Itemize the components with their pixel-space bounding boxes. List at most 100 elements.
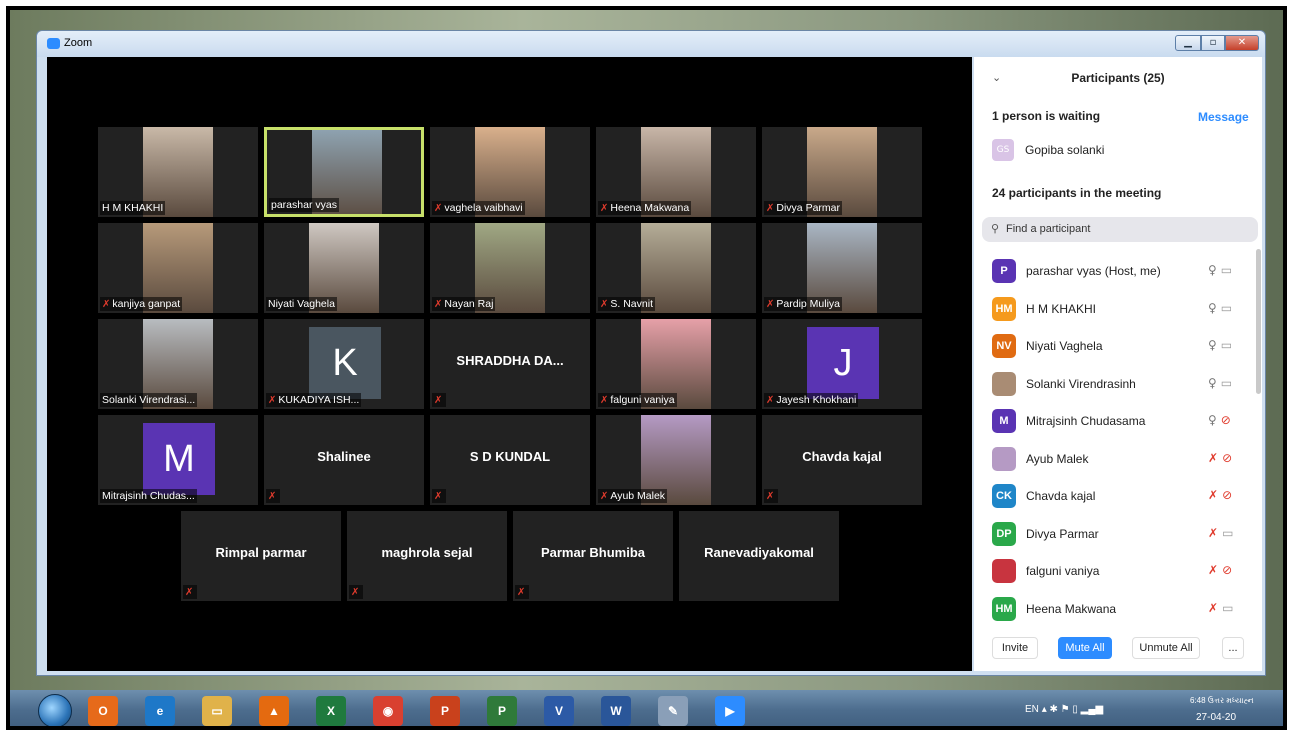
project-icon[interactable]: P (487, 696, 517, 726)
video-icon: ▭ (1222, 525, 1234, 540)
video-icon: ▭ (1220, 375, 1233, 390)
video-tile[interactable]: ✗ Divya Parmar (762, 127, 922, 217)
video-tile[interactable]: ✗ S. Navnit (596, 223, 756, 313)
video-tile[interactable]: K ✗ KUKADIYA ISH... (264, 319, 424, 409)
excel-icon[interactable]: X (316, 696, 346, 726)
unmute-all-button[interactable]: Unmute All (1132, 637, 1200, 659)
muted-mic-icon: ✗ (600, 299, 609, 310)
participant-row[interactable]: HM Heena Makwana ✗ ▭ (974, 591, 1254, 627)
participant-row[interactable]: Ayub Malek ✗ ⊘ (974, 441, 1254, 477)
name-label: Mitrajsinh Chudas... (100, 489, 197, 503)
participant-name: kanjiya ganpat (112, 298, 181, 310)
mic-muted-icon: ✗ (1208, 450, 1219, 465)
clock-date[interactable]: 27-04-20 (1196, 712, 1236, 723)
video-tile[interactable]: J ✗ Jayesh Khokhani (762, 319, 922, 409)
muted-mic-icon: ✗ (102, 299, 111, 310)
video-tile[interactable]: Shalinee ✗ (264, 415, 424, 505)
participant-row[interactable]: Solanki Virendrasinh ♀ ▭ (974, 366, 1254, 402)
muted-mic-icon: ✗ (185, 587, 194, 598)
waiting-room-text: 1 person is waiting (992, 109, 1101, 123)
avatar: CK (992, 484, 1016, 508)
participant-name: Niyati Vaghela (268, 298, 335, 310)
participant-row[interactable]: NV Niyati Vaghela ♀ ▭ (974, 328, 1254, 364)
mic-muted-icon: ✗ (1208, 488, 1219, 502)
close-button[interactable]: ✕ (1225, 35, 1259, 51)
participant-display-name: Chavda kajal (802, 449, 882, 464)
visio-icon[interactable]: V (544, 696, 574, 726)
scrollbar[interactable] (1256, 249, 1261, 394)
participant-name: Jayesh Khokhani (776, 394, 857, 406)
video-tile[interactable]: SHRADDHA DA... ✗ (430, 319, 590, 409)
muted-mic-icon: ✗ (766, 491, 775, 502)
paint-icon[interactable]: ✎ (658, 696, 688, 726)
internet-explorer-icon[interactable]: e (145, 696, 175, 726)
participant-display-name: maghrola sejal (381, 545, 473, 560)
maximize-button[interactable]: ▫ (1201, 35, 1225, 51)
more-button[interactable]: ... (1222, 637, 1244, 659)
participant-row[interactable]: HM H M KHAKHI ♀ ▭ (974, 291, 1254, 327)
participant-row[interactable]: DP Divya Parmar ✗ ▭ (974, 516, 1254, 552)
chrome-icon[interactable]: ◉ (373, 696, 403, 726)
video-tile[interactable]: ✗ vaghela vaibhavi (430, 127, 590, 217)
invite-button[interactable]: Invite (992, 637, 1038, 659)
word-icon[interactable]: W (601, 696, 631, 726)
video-tile[interactable]: S D KUNDAL ✗ (430, 415, 590, 505)
video-tile[interactable]: Niyati Vaghela (264, 223, 424, 313)
muted-mic-icon: ✗ (434, 491, 443, 502)
video-tile[interactable]: ✗ Pardip Muliya (762, 223, 922, 313)
muted-mic-icon: ✗ (517, 587, 526, 598)
participant-status-icons: ✗ ⊘ (1208, 563, 1232, 577)
avatar: HM (992, 596, 1016, 621)
participant-row[interactable]: CK Chavda kajal ✗ ⊘ (974, 478, 1254, 514)
mic-icon: ♀ (1208, 263, 1217, 277)
search-input[interactable]: Find a participant (1006, 223, 1090, 235)
video-tile[interactable]: maghrola sejal ✗ (347, 511, 507, 601)
video-tile[interactable]: Solanki Virendrasi... (98, 319, 258, 409)
outlook-icon[interactable]: O (88, 696, 118, 726)
participant-status-icons: ✗ ⊘ (1208, 488, 1232, 502)
video-tile[interactable]: ✗ kanjiya ganpat (98, 223, 258, 313)
name-label: ✗ (515, 585, 530, 599)
participant-row[interactable]: falguni vaniya ✗ ⊘ (974, 553, 1254, 589)
video-tile[interactable]: ✗ falguni vaniya (596, 319, 756, 409)
video-tile[interactable]: ✗ Nayan Raj (430, 223, 590, 313)
message-button[interactable]: Message (1198, 110, 1249, 124)
video-tile[interactable]: ✗ Ayub Malek (596, 415, 756, 505)
name-label: ✗ (764, 489, 779, 503)
zoom-icon[interactable]: ▶ (715, 696, 745, 726)
zoom-app-icon (47, 38, 60, 49)
mute-all-button[interactable]: Mute All (1058, 637, 1112, 659)
taskbar: Oe ▭ ▲ X ◉ P P V W ✎ ▶ EN ▴ ✱ ⚑ ▯ ▂▄▆ 6:48 ઉત્તર મ… (10, 690, 1283, 726)
video-tile[interactable]: H M KHAKHI (98, 127, 258, 217)
avatar: P (992, 259, 1016, 283)
powerpoint-icon[interactable]: P (430, 696, 460, 726)
title-bar: Zoom ▁ ▫ ✕ (37, 31, 1265, 57)
video-tile[interactable]: Parmar Bhumiba ✗ (513, 511, 673, 601)
tray-icons[interactable]: ▴ ✱ ⚑ ▯ ▂▄▆ (1042, 704, 1103, 715)
participant-name: parashar vyas (271, 199, 337, 211)
file-explorer-icon[interactable]: ▭ (202, 696, 232, 726)
mic-muted-icon: ✗ (1208, 600, 1219, 615)
minimize-button[interactable]: ▁ (1175, 35, 1201, 51)
participant-search[interactable]: ⚲ Find a participant (982, 217, 1258, 242)
vlc-icon[interactable]: ▲ (259, 696, 289, 726)
participant-name: Divya Parmar (776, 202, 840, 214)
participant-row[interactable]: Pparashar vyas (Host, me) ♀ ▭ (974, 253, 1254, 289)
language-indicator[interactable]: EN (1025, 704, 1039, 715)
video-tile[interactable]: parashar vyas (264, 127, 424, 217)
participant-name: Niyati Vaghela (1026, 339, 1103, 353)
video-tile[interactable]: ✗ Heena Makwana (596, 127, 756, 217)
gallery-view: H M KHAKHI parashar vyas ✗ vaghela vaibhavi… (47, 57, 972, 671)
video-tile[interactable]: Rimpal parmar ✗ (181, 511, 341, 601)
participant-row[interactable]: M Mitrajsinh Chudasama ♀ ⊘ (974, 403, 1254, 439)
video-tile[interactable]: Chavda kajal ✗ (762, 415, 922, 505)
video-tile[interactable]: Ranevadiyakomal (679, 511, 839, 601)
name-label: ✗ vaghela vaibhavi (432, 201, 525, 215)
start-button[interactable] (38, 694, 72, 726)
avatar: M (992, 409, 1016, 433)
mic-icon: ♀ (1208, 300, 1217, 315)
name-label: ✗ Nayan Raj (432, 297, 496, 311)
waiting-participant-name[interactable]: Gopiba solanki (1025, 143, 1104, 157)
clock-time[interactable]: 6:48 ઉત્તર મધ્યાહ્ન (1190, 696, 1254, 706)
video-tile[interactable]: M Mitrajsinh Chudas... (98, 415, 258, 505)
